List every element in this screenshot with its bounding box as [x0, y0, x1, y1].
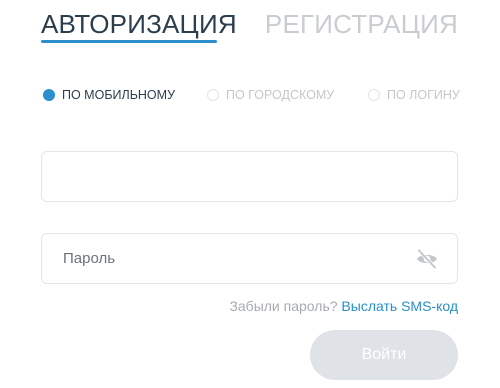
radio-login-label: ПО ЛОГИНУ: [387, 88, 460, 102]
forgot-question: Забыли пароль?: [229, 298, 338, 314]
password-placeholder: Пароль: [63, 250, 116, 267]
login-mode-group: ПО МОБИЛЬНОМУ ПО ГОРОДСКОМУ ПО ЛОГИНУ: [43, 88, 460, 106]
password-input[interactable]: Пароль: [41, 233, 458, 284]
eye-off-icon[interactable]: [415, 248, 439, 270]
radio-landline[interactable]: ПО ГОРОДСКОМУ: [207, 88, 334, 102]
auth-tabs: АВТОРИЗАЦИЯ РЕГИСТРАЦИЯ: [41, 8, 458, 44]
radio-selected-dot: [43, 89, 55, 101]
login-button[interactable]: Войти: [310, 330, 458, 380]
tab-register[interactable]: РЕГИСТРАЦИЯ: [265, 8, 458, 40]
radio-login[interactable]: ПО ЛОГИНУ: [368, 88, 460, 102]
radio-landline-label: ПО ГОРОДСКОМУ: [226, 88, 335, 102]
phone-input[interactable]: [41, 151, 458, 202]
radio-empty-dot: [207, 89, 219, 101]
tab-login-label: АВТОРИЗАЦИЯ: [41, 9, 237, 39]
radio-mobile[interactable]: ПО МОБИЛЬНОМУ: [43, 88, 175, 102]
tab-register-label: РЕГИСТРАЦИЯ: [264, 9, 458, 39]
forgot-password: Забыли пароль? Выслать SMS-код: [229, 298, 458, 314]
radio-empty-dot: [368, 89, 380, 101]
send-sms-code-link[interactable]: Выслать SMS-код: [341, 298, 458, 314]
active-tab-underline: [41, 40, 217, 43]
radio-mobile-label: ПО МОБИЛЬНОМУ: [62, 88, 176, 102]
tab-login[interactable]: АВТОРИЗАЦИЯ: [41, 8, 237, 43]
